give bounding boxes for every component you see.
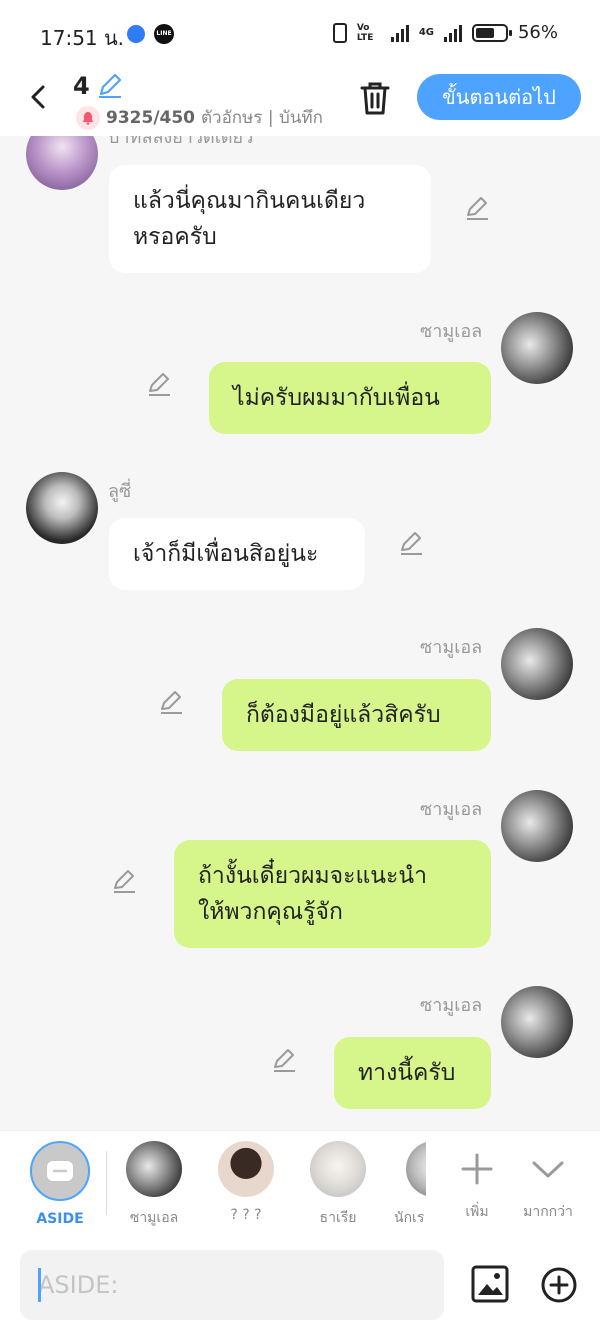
edit-message-pencil-icon[interactable] xyxy=(145,370,173,398)
signal-icon xyxy=(390,24,409,42)
avatar[interactable] xyxy=(26,472,98,544)
sender-name: ซามูเอล xyxy=(420,995,483,1016)
message-bubble[interactable]: ถ้างั้นเดี๋ยวผมจะแนะนำ ให้พวกคุณรู้จัก xyxy=(174,840,491,948)
character-label: ธาเรีย xyxy=(319,1210,357,1226)
status-icons: Vo LTE 4G 56% xyxy=(332,22,558,43)
battery-icon xyxy=(471,23,512,42)
avatar xyxy=(310,1141,366,1197)
battery-percent: 56% xyxy=(517,22,558,43)
more-characters-button[interactable]: มากกว่า xyxy=(508,1141,588,1223)
avatar xyxy=(126,1141,182,1197)
character-unknown[interactable]: ? ? ? xyxy=(206,1141,286,1223)
edit-message-pencil-icon[interactable] xyxy=(463,194,491,222)
character-count-row: 9325/450 ตัวอักษร | บันทึก xyxy=(76,104,323,131)
bell-icon xyxy=(76,105,100,130)
sender-name: ซามูเอล xyxy=(420,321,483,342)
aside-avatar xyxy=(30,1141,90,1201)
divider xyxy=(106,1151,107,1215)
character-aside[interactable]: ASIDE xyxy=(20,1141,100,1227)
character-label: ซามูเอล xyxy=(129,1210,179,1226)
character-tharia[interactable]: ธาเรีย xyxy=(298,1141,378,1229)
character-label: นักเร xyxy=(394,1210,425,1226)
sender-name: ลูซี่ xyxy=(108,481,132,502)
back-arrow-icon[interactable] xyxy=(24,82,54,112)
character-selector-bar: ASIDE ซามูเอล ? ? ? ธาเรีย นักเร เพิ่ม ม… xyxy=(0,1130,600,1238)
avatar[interactable] xyxy=(501,790,573,862)
app-notification-icon xyxy=(127,25,145,43)
episode-number: 4 xyxy=(73,72,90,100)
status-time: 17:51 น. xyxy=(40,26,125,50)
message-bubble[interactable]: แล้วนี่คุณมากินคนเดียว หรอครับ xyxy=(109,165,431,273)
message-bubble[interactable]: ทางนี้ครับ xyxy=(334,1037,491,1109)
edit-message-pencil-icon[interactable] xyxy=(110,867,138,895)
message-input-box[interactable] xyxy=(20,1250,444,1320)
character-student[interactable]: นักเร xyxy=(386,1141,426,1229)
character-count-suffix: ตัวอักษร | บันทึก xyxy=(201,108,323,128)
add-circle-icon[interactable] xyxy=(540,1266,578,1304)
vibrate-icon xyxy=(332,22,347,43)
more-label: มากกว่า xyxy=(523,1204,573,1220)
composer-bar xyxy=(0,1238,600,1333)
chat-area[interactable]: บาทัลล้งยาวดเดียว แล้วนี่คุณมากินคนเดียว… xyxy=(0,136,600,1130)
character-label: ? ? ? xyxy=(230,1207,262,1223)
edit-message-pencil-icon[interactable] xyxy=(157,688,185,716)
avatar[interactable] xyxy=(501,628,573,700)
character-label: ASIDE xyxy=(36,1211,84,1227)
message-bubble[interactable]: ก็ต้องมีอยู่แล้วสิครับ xyxy=(222,679,491,751)
sender-name: ซามูเอล xyxy=(420,637,483,658)
character-count: 9325/450 xyxy=(106,107,196,128)
text-caret xyxy=(38,1268,41,1302)
message-bubble[interactable]: ไม่ครับผมมากับเพื่อน xyxy=(209,362,491,434)
editor-header: 4 9325/450 ตัวอักษร | บันทึก ขั้นตอนต่อไ… xyxy=(0,64,600,136)
avatar[interactable] xyxy=(501,312,573,384)
line-notification-icon: LINE xyxy=(154,24,174,44)
sender-name: ซามูเอล xyxy=(420,799,483,820)
avatar xyxy=(406,1141,426,1197)
avatar[interactable] xyxy=(26,136,98,190)
sender-name: บาทัลล้งยาวดเดียว xyxy=(108,136,254,148)
edit-message-pencil-icon[interactable] xyxy=(397,529,425,557)
network-label: 4G xyxy=(418,27,434,38)
add-character-button[interactable]: เพิ่ม xyxy=(437,1141,517,1223)
image-icon[interactable] xyxy=(470,1264,510,1304)
status-bar: 17:51 น. LINE Vo LTE 4G 56% xyxy=(0,0,600,64)
signal-2-icon xyxy=(443,24,462,42)
edit-message-pencil-icon[interactable] xyxy=(270,1046,298,1074)
avatar[interactable] xyxy=(501,986,573,1058)
message-bubble[interactable]: เจ้าก็มีเพื่อนสิอยู่นะ xyxy=(109,518,365,590)
plus-icon xyxy=(461,1153,493,1185)
chevron-down-icon xyxy=(532,1161,564,1178)
add-label: เพิ่ม xyxy=(465,1204,489,1220)
trash-icon[interactable] xyxy=(358,80,392,116)
edit-title-pencil-icon[interactable] xyxy=(95,70,125,100)
volte-label: Vo LTE xyxy=(356,22,374,43)
message-input[interactable] xyxy=(20,1250,444,1320)
aside-chat-icon xyxy=(47,1161,73,1181)
avatar xyxy=(218,1141,274,1197)
next-step-button[interactable]: ขั้นตอนต่อไป xyxy=(417,74,581,120)
character-samuel[interactable]: ซามูเอล xyxy=(114,1141,194,1229)
